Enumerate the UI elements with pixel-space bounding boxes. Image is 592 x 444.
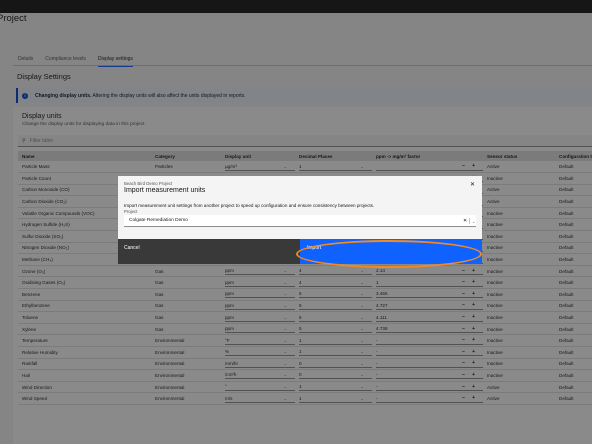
project-select[interactable]: Colgate Remediation Demo ✕ ⌄ [124, 215, 476, 227]
cancel-button[interactable]: Cancel [118, 239, 300, 264]
project-label: Project [124, 209, 138, 214]
clear-icon[interactable]: ✕ [463, 218, 467, 224]
highlight-ring [296, 240, 482, 268]
project-value: Colgate Remediation Demo [129, 218, 188, 223]
chevron-down-icon[interactable]: ⌄ [472, 219, 475, 224]
modal-title: Import measurement units [124, 187, 206, 194]
modal-label: Beach Bird Demo Project [124, 181, 173, 186]
modal-description: Import measurement unit settings from an… [124, 203, 375, 208]
select-divider [469, 218, 470, 224]
close-icon[interactable]: ✕ [470, 181, 475, 188]
